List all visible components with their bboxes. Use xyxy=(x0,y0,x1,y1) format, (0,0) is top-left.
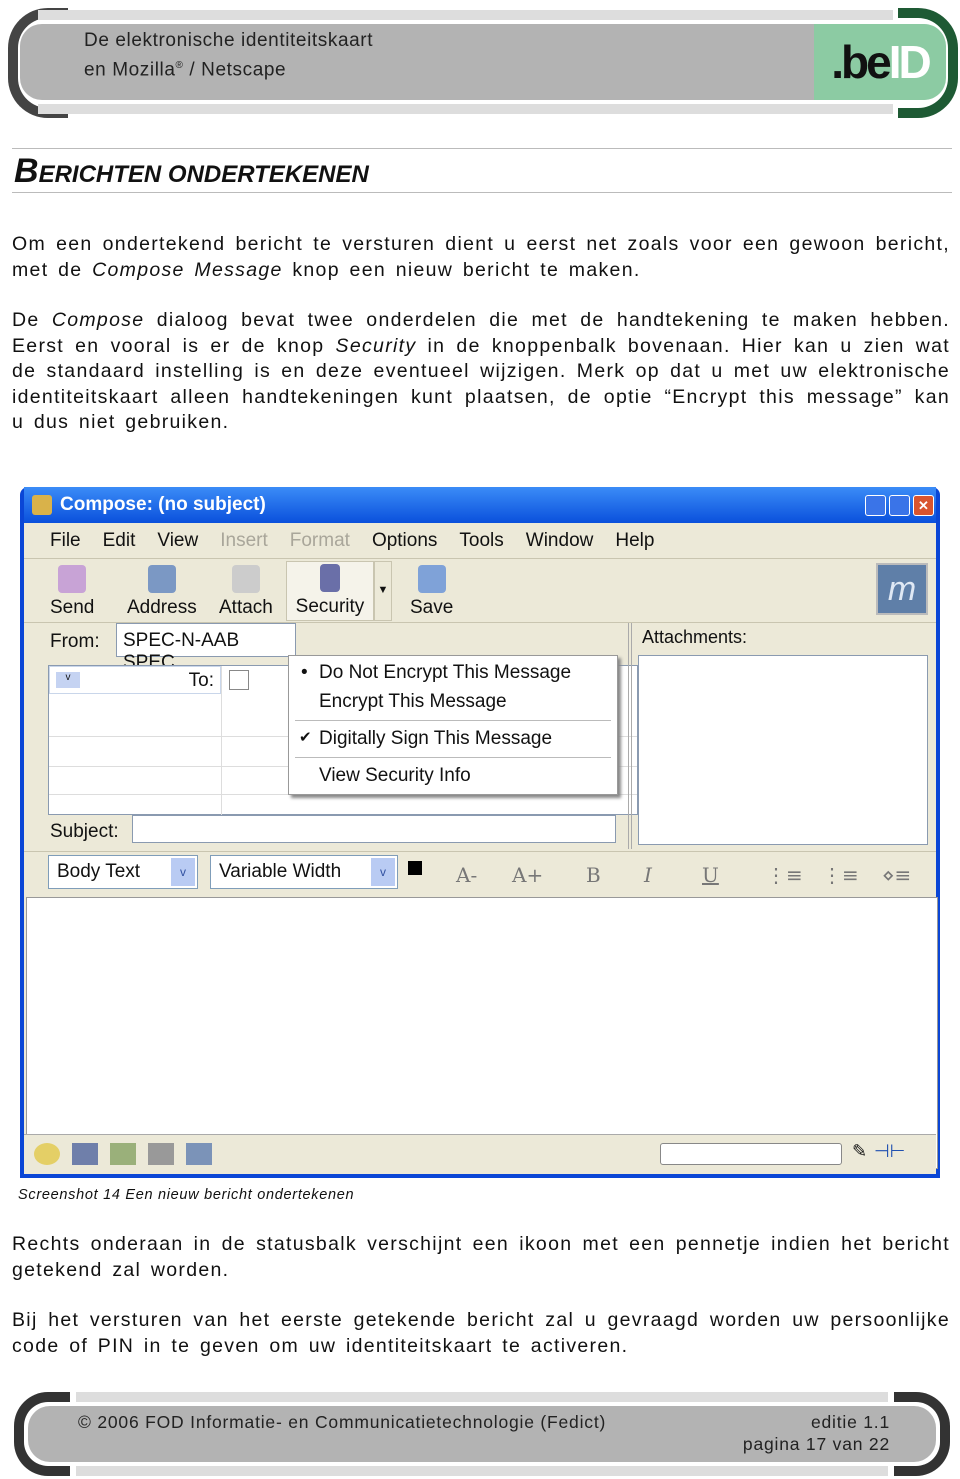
beid-logo: .be ID xyxy=(814,24,946,100)
menu-item-digitally-sign[interactable]: Digitally Sign This Message xyxy=(319,728,552,750)
menu-item-do-not-encrypt[interactable]: Do Not Encrypt This Message xyxy=(319,662,571,684)
menu-window[interactable]: Window xyxy=(526,530,594,552)
section-title-rest: ERICHTEN ONDERTEKENEN xyxy=(38,161,369,188)
paragraph-style-select[interactable]: Body Text v xyxy=(48,855,198,889)
progress-field xyxy=(660,1143,842,1165)
padlock-icon xyxy=(320,564,340,592)
menu-tools[interactable]: Tools xyxy=(459,530,503,552)
security-dropdown-arrow[interactable]: ▼ xyxy=(374,561,392,621)
menu-item-view-security-info[interactable]: View Security Info xyxy=(319,765,471,787)
save-folder-icon xyxy=(417,565,446,593)
security-menu-popup: • Do Not Encrypt This Message Encrypt Th… xyxy=(288,655,618,795)
chevron-down-icon: v xyxy=(171,858,195,886)
address-button[interactable]: Address xyxy=(127,561,197,621)
section-title: BERICHTEN ONDERTEKENEN xyxy=(14,152,369,191)
chevron-down-icon: v xyxy=(56,672,80,688)
page-footer: © 2006 FOD Informatie- en Communicatiete… xyxy=(14,1392,950,1476)
paragraph-3: Rechts onderaan in de statusbalk verschi… xyxy=(12,1233,950,1281)
attachments-label: Attachments: xyxy=(642,627,748,647)
paragraph-1: Om een ondertekend bericht te versturen … xyxy=(12,233,950,281)
minimize-button[interactable] xyxy=(865,494,886,516)
chatzilla-icon[interactable] xyxy=(186,1143,212,1165)
page-header: De elektronische identiteitskaart en Moz… xyxy=(8,8,958,118)
contact-card-icon xyxy=(229,670,249,690)
online-plug-icon[interactable]: ⊣⊢ xyxy=(874,1141,905,1162)
header-title-line1: De elektronische identiteitskaart xyxy=(84,30,374,51)
bold-button[interactable]: B xyxy=(586,863,601,887)
from-label: From: xyxy=(50,631,100,652)
indent-icon[interactable]: ⋄≡ xyxy=(882,863,911,887)
subject-label: Subject: xyxy=(50,821,119,842)
subject-input[interactable] xyxy=(132,815,616,843)
spellcheck-icon[interactable] xyxy=(110,1143,136,1165)
term-compose: Compose xyxy=(51,309,145,331)
compose-window-screenshot: Compose: (no subject) ✕ File Edit View I… xyxy=(20,487,940,1178)
figure-caption: Screenshot 14 Een nieuw bericht ondertek… xyxy=(18,1187,355,1203)
menu-help[interactable]: Help xyxy=(615,530,654,552)
mozilla-throbber-icon: m xyxy=(876,563,928,615)
paragraph-2: De Compose dialoog bevat twee onderdelen… xyxy=(12,309,950,434)
compose-client-area: File Edit View Insert Format Options Too… xyxy=(24,523,938,1174)
send-button[interactable]: Send xyxy=(50,561,94,621)
close-button[interactable]: ✕ xyxy=(913,494,934,516)
window-title-bar: Compose: (no subject) ✕ xyxy=(24,487,936,523)
to-label: To: xyxy=(188,670,214,691)
window-title: Compose: (no subject) xyxy=(60,494,266,515)
bullet-list-icon[interactable]: ⋮≡ xyxy=(766,863,803,887)
italic-button[interactable]: I xyxy=(644,863,652,887)
pane-splitter[interactable] xyxy=(628,623,632,849)
registered-mark: ® xyxy=(175,60,184,71)
footer-page-number: pagina 17 van 22 xyxy=(742,1434,890,1454)
offline-icon[interactable] xyxy=(34,1143,60,1165)
signed-pen-icon: ✎ xyxy=(852,1141,868,1161)
term-compose-message: Compose Message xyxy=(92,258,283,281)
recipient-type-select[interactable]: v To: xyxy=(49,666,221,694)
status-bar: ✎ ⊣⊢ xyxy=(24,1134,936,1174)
header-title-line2: en Mozilla xyxy=(84,59,176,81)
section-title-initial: B xyxy=(14,152,39,190)
larger-font-button[interactable]: A+ xyxy=(512,863,543,887)
menu-view[interactable]: View xyxy=(157,530,198,552)
footer-edition: editie 1.1 xyxy=(810,1412,890,1432)
menu-options[interactable]: Options xyxy=(372,530,437,552)
maximize-button[interactable] xyxy=(889,494,910,516)
menu-edit[interactable]: Edit xyxy=(103,530,136,552)
from-field[interactable]: SPEC-N-AAB SPEC xyxy=(116,623,296,673)
chevron-down-icon: v xyxy=(371,858,395,886)
composer-icon[interactable] xyxy=(72,1143,98,1165)
header-title-line2b: / Netscape xyxy=(183,59,287,81)
security-button[interactable]: Security xyxy=(286,561,374,621)
send-icon xyxy=(58,565,87,593)
attachments-list[interactable] xyxy=(638,655,928,845)
message-body-editor[interactable] xyxy=(26,897,938,1169)
paragraph-4: Bij het versturen van het eerste geteken… xyxy=(12,1309,950,1357)
save-button[interactable]: Save xyxy=(410,561,453,621)
menu-file[interactable]: File xyxy=(50,530,81,552)
menu-item-encrypt[interactable]: Encrypt This Message xyxy=(319,691,507,713)
compose-app-icon xyxy=(32,495,52,515)
menu-format[interactable]: Format xyxy=(290,530,350,552)
text-color-icon[interactable] xyxy=(408,861,422,875)
address-book-icon xyxy=(147,565,176,593)
font-select[interactable]: Variable Width v xyxy=(210,855,398,889)
underline-button[interactable]: U xyxy=(702,863,719,887)
addressbook-status-icon[interactable] xyxy=(148,1143,174,1165)
checkmark-icon: ✔ xyxy=(299,729,312,746)
paperclip-icon xyxy=(231,565,260,593)
radio-bullet-icon: • xyxy=(301,662,308,683)
term-security: Security xyxy=(335,334,417,357)
footer-copyright: © 2006 FOD Informatie- en Communicatiete… xyxy=(78,1412,607,1432)
menu-insert[interactable]: Insert xyxy=(220,530,268,552)
menu-bar: File Edit View Insert Format Options Too… xyxy=(24,523,936,559)
smaller-font-button[interactable]: A- xyxy=(456,863,477,887)
attach-button[interactable]: Attach xyxy=(219,561,273,621)
numbered-list-icon[interactable]: ⋮≡ xyxy=(822,863,859,887)
